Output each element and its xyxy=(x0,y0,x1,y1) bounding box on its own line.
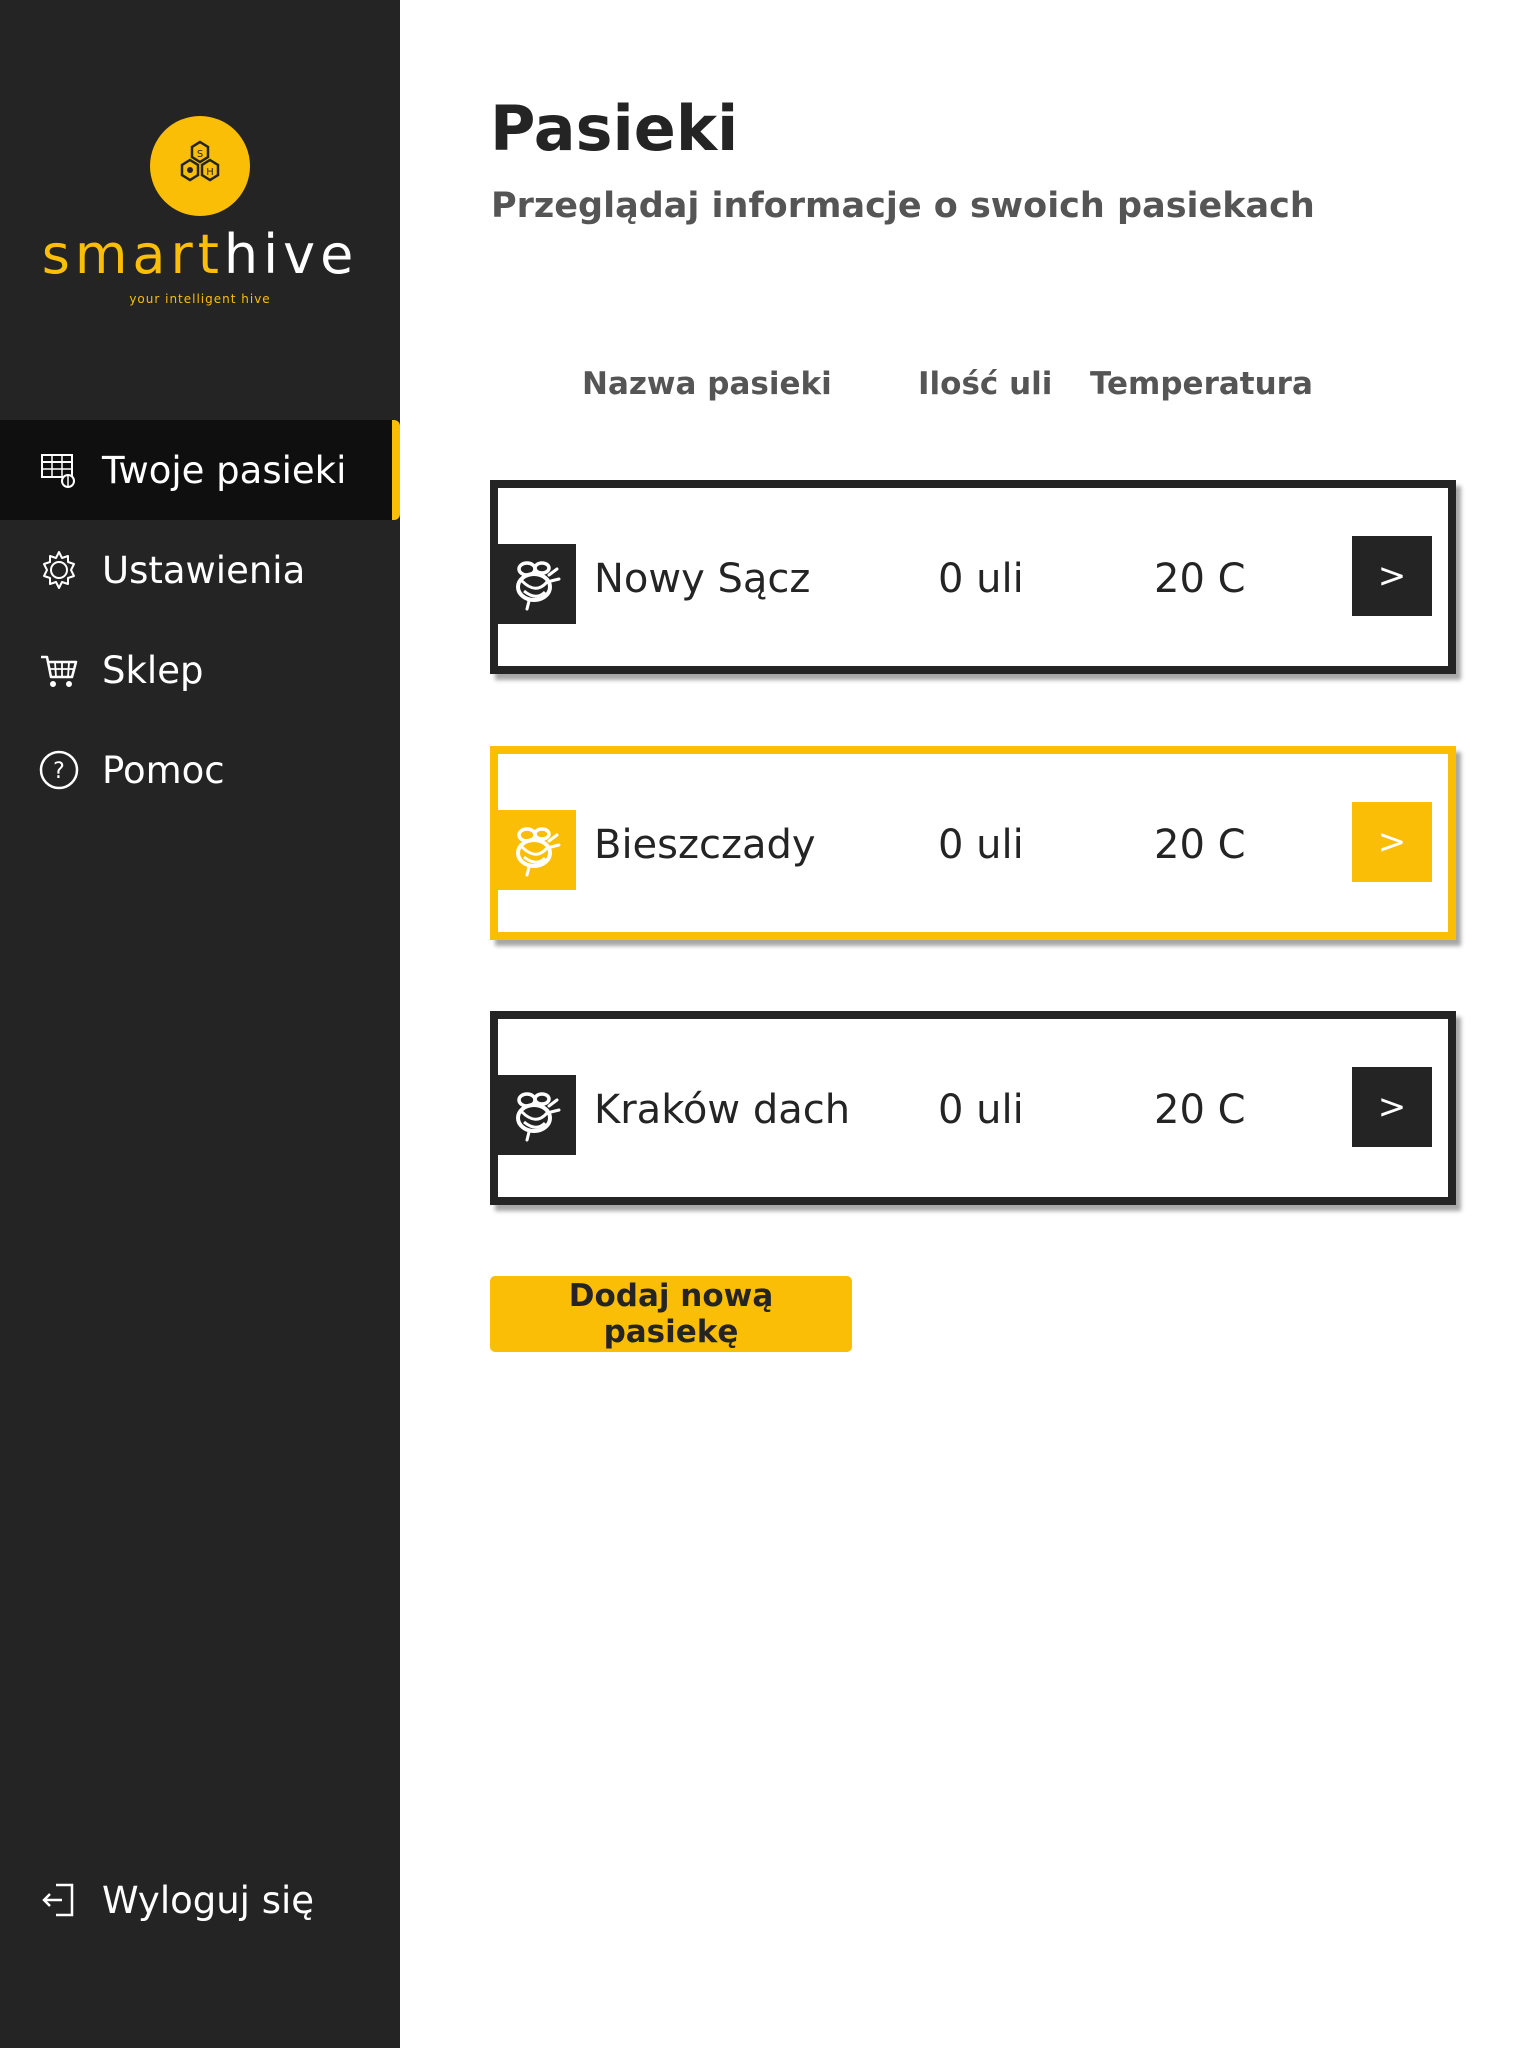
apiary-name: Nowy Sącz xyxy=(594,556,811,602)
sidebar-item-your-apiaries[interactable]: Twoje pasieki xyxy=(0,420,400,520)
page-subtitle: Przeglądaj informacje o swoich pasiekach xyxy=(491,186,1315,226)
sidebar-item-settings[interactable]: Ustawienia xyxy=(0,520,400,620)
apiary-temperature: 20 C xyxy=(1154,1087,1246,1133)
apiary-card[interactable]: Nowy Sącz 0 uli 20 C > xyxy=(490,480,1456,674)
svg-text:H: H xyxy=(206,167,214,178)
bee-icon xyxy=(496,1075,576,1155)
add-apiary-button[interactable]: Dodaj nową pasiekę xyxy=(490,1276,852,1352)
logo-icon: S H xyxy=(150,116,250,216)
logout-button[interactable]: Wyloguj się xyxy=(0,1850,400,1950)
app: S H smarthive your intelligent hive Twoj… xyxy=(0,0,1536,2048)
apiary-hive-count: 0 uli xyxy=(938,822,1024,868)
brand-wordmark-hive: hive xyxy=(223,223,359,286)
column-header-hives: Ilość uli xyxy=(918,366,1053,402)
cart-icon xyxy=(38,649,80,691)
apiary-name: Kraków dach xyxy=(594,1087,851,1133)
logout-label: Wyloguj się xyxy=(102,1878,315,1922)
logout-icon xyxy=(38,1879,80,1921)
sidebar-item-help[interactable]: ? Pomoc xyxy=(0,720,400,820)
svg-text:?: ? xyxy=(53,759,65,784)
brand-tagline: your intelligent hive xyxy=(129,292,271,306)
brand-wordmark-smart: smart xyxy=(41,223,224,286)
column-header-name: Nazwa pasieki xyxy=(582,366,832,402)
sidebar-item-label: Ustawienia xyxy=(102,548,306,592)
svg-text:S: S xyxy=(197,149,203,160)
apiary-card[interactable]: Kraków dach 0 uli 20 C > xyxy=(490,1011,1456,1205)
sidebar-item-label: Twoje pasieki xyxy=(102,448,347,492)
honeycomb-icon: S H xyxy=(180,140,220,182)
apiary-hive-count: 0 uli xyxy=(938,556,1024,602)
sidebar-item-label: Pomoc xyxy=(102,748,225,792)
help-circle-icon: ? xyxy=(38,749,80,791)
brand-wordmark: smarthive xyxy=(0,222,400,288)
hive-frame-icon xyxy=(38,449,80,491)
open-apiary-button[interactable]: > xyxy=(1352,802,1432,882)
apiary-name: Bieszczady xyxy=(594,822,816,868)
apiary-hive-count: 0 uli xyxy=(938,1087,1024,1133)
sidebar: S H smarthive your intelligent hive Twoj… xyxy=(0,0,400,2048)
bee-icon xyxy=(496,544,576,624)
sidebar-item-shop[interactable]: Sklep xyxy=(0,620,400,720)
open-apiary-button[interactable]: > xyxy=(1352,536,1432,616)
sidebar-item-label: Sklep xyxy=(102,648,204,692)
apiary-card[interactable]: Bieszczady 0 uli 20 C > xyxy=(490,746,1456,940)
apiary-temperature: 20 C xyxy=(1154,822,1246,868)
column-header-temperature: Temperatura xyxy=(1090,366,1313,402)
open-apiary-button[interactable]: > xyxy=(1352,1067,1432,1147)
apiary-temperature: 20 C xyxy=(1154,556,1246,602)
page-title: Pasieki xyxy=(490,92,739,165)
bee-icon xyxy=(496,810,576,890)
gear-icon xyxy=(38,549,80,591)
